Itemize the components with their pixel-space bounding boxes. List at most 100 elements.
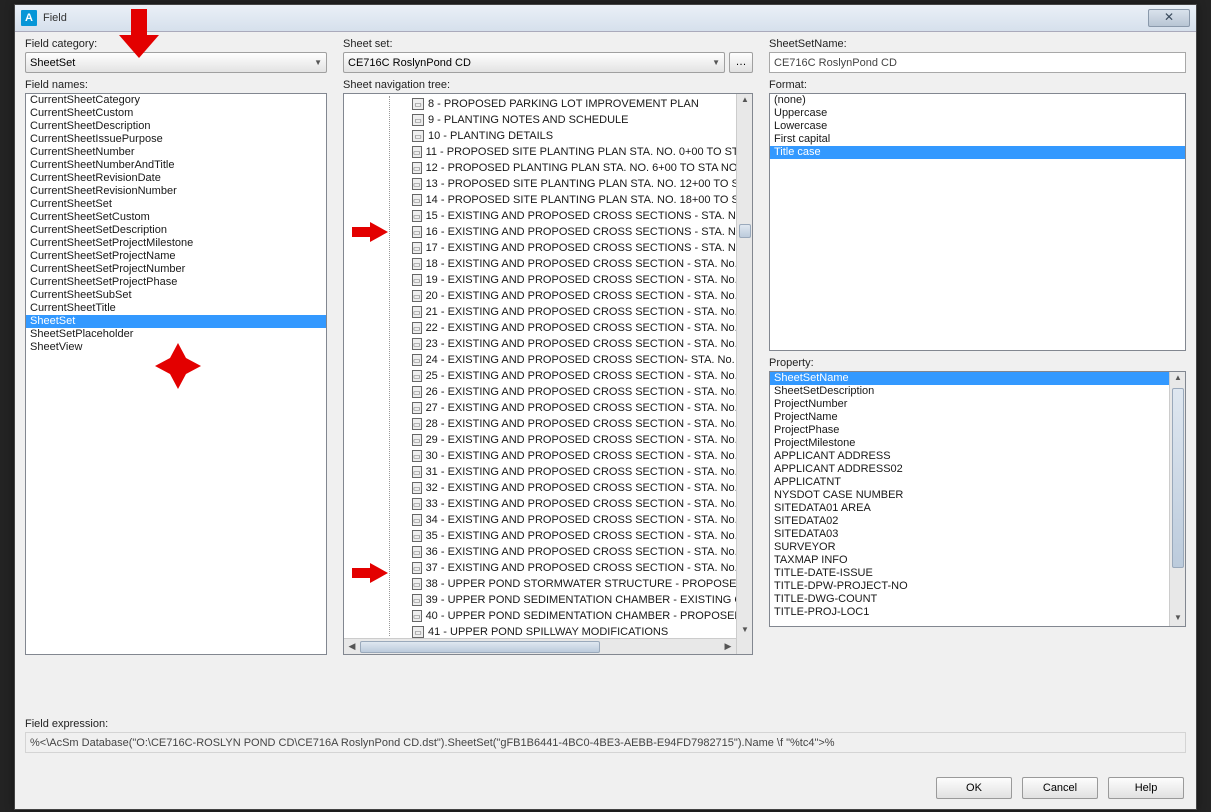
- tree-item[interactable]: ▭18 - EXISTING AND PROPOSED CROSS SECTIO…: [412, 256, 736, 272]
- field-name-item[interactable]: CurrentSheetSetProjectName: [26, 250, 326, 263]
- tree-item[interactable]: ▭16 - EXISTING AND PROPOSED CROSS SECTIO…: [412, 224, 736, 240]
- tree-item[interactable]: ▭27 - EXISTING AND PROPOSED CROSS SECTIO…: [412, 400, 736, 416]
- tree-item[interactable]: ▭8 - PROPOSED PARKING LOT IMPROVEMENT PL…: [412, 96, 736, 112]
- scroll-thumb[interactable]: [360, 641, 600, 653]
- format-item[interactable]: First capital: [770, 133, 1185, 146]
- scroll-down-icon[interactable]: ▼: [1172, 612, 1184, 626]
- property-item[interactable]: ProjectName: [770, 411, 1169, 424]
- tree-item[interactable]: ▭34 - EXISTING AND PROPOSED CROSS SECTIO…: [412, 512, 736, 528]
- sheet-set-dropdown[interactable]: CE716C RoslynPond CD ▼: [343, 52, 725, 73]
- cancel-button[interactable]: Cancel: [1022, 777, 1098, 799]
- field-name-item[interactable]: CurrentSheetSetDescription: [26, 224, 326, 237]
- property-item[interactable]: APPLICANT ADDRESS02: [770, 463, 1169, 476]
- property-item[interactable]: TITLE-DPW-PROJECT-NO: [770, 580, 1169, 593]
- field-name-item[interactable]: CurrentSheetRevisionNumber: [26, 185, 326, 198]
- scroll-up-icon[interactable]: ▲: [739, 94, 751, 108]
- ok-button[interactable]: OK: [936, 777, 1012, 799]
- property-item[interactable]: TITLE-DWG-COUNT: [770, 593, 1169, 606]
- property-item[interactable]: SheetSetName: [770, 372, 1169, 385]
- property-item[interactable]: SITEDATA03: [770, 528, 1169, 541]
- tree-item[interactable]: ▭30 - EXISTING AND PROPOSED CROSS SECTIO…: [412, 448, 736, 464]
- property-item[interactable]: SURVEYOR: [770, 541, 1169, 554]
- tree-item[interactable]: ▭15 - EXISTING AND PROPOSED CROSS SECTIO…: [412, 208, 736, 224]
- tree-item[interactable]: ▭39 - UPPER POND SEDIMENTATION CHAMBER -…: [412, 592, 736, 608]
- field-name-item[interactable]: CurrentSheetRevisionDate: [26, 172, 326, 185]
- tree-item[interactable]: ▭12 - PROPOSED PLANTING PLAN STA. NO. 6+…: [412, 160, 736, 176]
- field-name-item[interactable]: SheetSetPlaceholder: [26, 328, 326, 341]
- field-name-item[interactable]: CurrentSheetNumber: [26, 146, 326, 159]
- format-item[interactable]: Title case: [770, 146, 1185, 159]
- tree-item[interactable]: ▭29 - EXISTING AND PROPOSED CROSS SECTIO…: [412, 432, 736, 448]
- tree-item[interactable]: ▭38 - UPPER POND STORMWATER STRUCTURE - …: [412, 576, 736, 592]
- tree-item[interactable]: ▭13 - PROPOSED SITE PLANTING PLAN STA. N…: [412, 176, 736, 192]
- close-button[interactable]: ✕: [1148, 9, 1190, 27]
- property-item[interactable]: NYSDOT CASE NUMBER: [770, 489, 1169, 502]
- field-names-list[interactable]: CurrentSheetCategoryCurrentSheetCustomCu…: [25, 93, 327, 655]
- scroll-thumb[interactable]: [1172, 388, 1184, 568]
- tree-item[interactable]: ▭31 - EXISTING AND PROPOSED CROSS SECTIO…: [412, 464, 736, 480]
- tree-item[interactable]: ▭26 - EXISTING AND PROPOSED CROSS SECTIO…: [412, 384, 736, 400]
- help-button[interactable]: Help: [1108, 777, 1184, 799]
- tree-item[interactable]: ▭17 - EXISTING AND PROPOSED CROSS SECTIO…: [412, 240, 736, 256]
- tree-item[interactable]: ▭19 - EXISTING AND PROPOSED CROSS SECTIO…: [412, 272, 736, 288]
- tree-item[interactable]: ▭10 - PLANTING DETAILS: [412, 128, 736, 144]
- tree-item[interactable]: ▭14 - PROPOSED SITE PLANTING PLAN STA. N…: [412, 192, 736, 208]
- property-scrollbar[interactable]: ▲ ▼: [1169, 372, 1185, 626]
- field-name-item[interactable]: CurrentSheetCustom: [26, 107, 326, 120]
- property-item[interactable]: APPLICANT ADDRESS: [770, 450, 1169, 463]
- field-name-item[interactable]: CurrentSheetIssuePurpose: [26, 133, 326, 146]
- property-item[interactable]: ProjectNumber: [770, 398, 1169, 411]
- field-name-item[interactable]: CurrentSheetSetCustom: [26, 211, 326, 224]
- tree-horizontal-scrollbar[interactable]: ◀ ▶: [344, 638, 736, 654]
- field-name-item[interactable]: CurrentSheetTitle: [26, 302, 326, 315]
- tree-item[interactable]: ▭24 - EXISTING AND PROPOSED CROSS SECTIO…: [412, 352, 736, 368]
- property-item[interactable]: SITEDATA01 AREA: [770, 502, 1169, 515]
- format-item[interactable]: (none): [770, 94, 1185, 107]
- tree-item[interactable]: ▭21 - EXISTING AND PROPOSED CROSS SECTIO…: [412, 304, 736, 320]
- property-item[interactable]: SITEDATA02: [770, 515, 1169, 528]
- scroll-right-icon[interactable]: ▶: [720, 640, 736, 654]
- tree-item[interactable]: ▭37 - EXISTING AND PROPOSED CROSS SECTIO…: [412, 560, 736, 576]
- tree-vertical-scrollbar[interactable]: ▲ ▼: [736, 94, 752, 654]
- tree-item[interactable]: ▭22 - EXISTING AND PROPOSED CROSS SECTIO…: [412, 320, 736, 336]
- scroll-thumb[interactable]: [739, 224, 751, 238]
- field-name-item[interactable]: CurrentSheetSetProjectMilestone: [26, 237, 326, 250]
- property-item[interactable]: ProjectMilestone: [770, 437, 1169, 450]
- tree-item[interactable]: ▭32 - EXISTING AND PROPOSED CROSS SECTIO…: [412, 480, 736, 496]
- tree-item[interactable]: ▭33 - EXISTING AND PROPOSED CROSS SECTIO…: [412, 496, 736, 512]
- scroll-left-icon[interactable]: ◀: [344, 640, 360, 654]
- property-item[interactable]: TAXMAP INFO: [770, 554, 1169, 567]
- tree-item[interactable]: ▭40 - UPPER POND SEDIMENTATION CHAMBER -…: [412, 608, 736, 624]
- field-name-item[interactable]: SheetView: [26, 341, 326, 354]
- field-name-item[interactable]: CurrentSheetSetProjectNumber: [26, 263, 326, 276]
- tree-item[interactable]: ▭23 - EXISTING AND PROPOSED CROSS SECTIO…: [412, 336, 736, 352]
- field-name-item[interactable]: CurrentSheetSet: [26, 198, 326, 211]
- browse-button[interactable]: …: [729, 52, 753, 73]
- property-item[interactable]: ProjectPhase: [770, 424, 1169, 437]
- tree-item[interactable]: ▭35 - EXISTING AND PROPOSED CROSS SECTIO…: [412, 528, 736, 544]
- field-name-item[interactable]: CurrentSheetNumberAndTitle: [26, 159, 326, 172]
- tree-item[interactable]: ▭28 - EXISTING AND PROPOSED CROSS SECTIO…: [412, 416, 736, 432]
- tree-item[interactable]: ▭11 - PROPOSED SITE PLANTING PLAN STA. N…: [412, 144, 736, 160]
- tree-item[interactable]: ▭20 - EXISTING AND PROPOSED CROSS SECTIO…: [412, 288, 736, 304]
- format-item[interactable]: Lowercase: [770, 120, 1185, 133]
- format-item[interactable]: Uppercase: [770, 107, 1185, 120]
- tree-item[interactable]: ▭25 - EXISTING AND PROPOSED CROSS SECTIO…: [412, 368, 736, 384]
- field-category-dropdown[interactable]: SheetSet ▼: [25, 52, 327, 73]
- tree-item[interactable]: ▭9 - PLANTING NOTES AND SCHEDULE: [412, 112, 736, 128]
- tree-item[interactable]: ▭36 - EXISTING AND PROPOSED CROSS SECTIO…: [412, 544, 736, 560]
- field-name-item[interactable]: CurrentSheetDescription: [26, 120, 326, 133]
- property-item[interactable]: TITLE-DATE-ISSUE: [770, 567, 1169, 580]
- scroll-down-icon[interactable]: ▼: [739, 624, 751, 638]
- field-name-item[interactable]: SheetSet: [26, 315, 326, 328]
- property-list[interactable]: SheetSetNameSheetSetDescriptionProjectNu…: [769, 371, 1186, 627]
- scroll-up-icon[interactable]: ▲: [1172, 372, 1184, 386]
- field-name-item[interactable]: CurrentSheetSubSet: [26, 289, 326, 302]
- field-name-item[interactable]: CurrentSheetSetProjectPhase: [26, 276, 326, 289]
- property-item[interactable]: SheetSetDescription: [770, 385, 1169, 398]
- property-item[interactable]: APPLICATNT: [770, 476, 1169, 489]
- field-name-item[interactable]: CurrentSheetCategory: [26, 94, 326, 107]
- sheet-navigation-tree[interactable]: ▭8 - PROPOSED PARKING LOT IMPROVEMENT PL…: [343, 93, 753, 655]
- property-item[interactable]: TITLE-PROJ-LOC1: [770, 606, 1169, 619]
- format-list[interactable]: (none)UppercaseLowercaseFirst capitalTit…: [769, 93, 1186, 351]
